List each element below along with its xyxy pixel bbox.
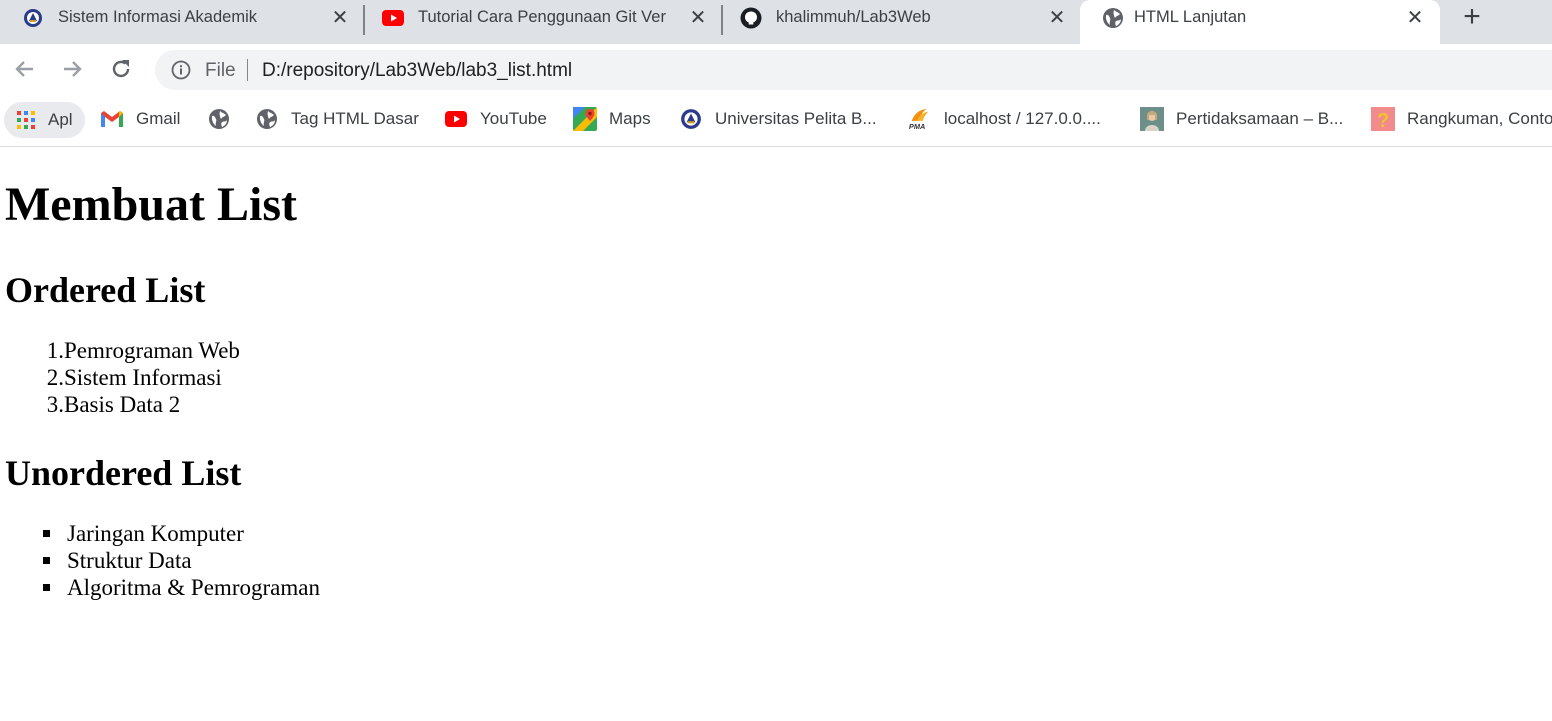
tab-title: HTML Lanjutan [1134, 8, 1247, 26]
tab-sistem-informasi-akademik[interactable]: Sistem Informasi Akademik ✕ [0, 0, 362, 36]
reload-icon [112, 60, 130, 78]
bookmark-maps[interactable]: Maps [573, 107, 651, 131]
gmail-icon [100, 107, 124, 131]
github-icon [740, 7, 762, 29]
scheme-label: File [205, 60, 236, 81]
close-tab-icon[interactable]: ✕ [1403, 6, 1427, 30]
back-button[interactable] [12, 56, 38, 82]
list-item: 3. Basis Data 2 [40, 391, 240, 418]
ordered-list: 1. Pemrograman Web 2. Sistem Informasi 3. B… [40, 337, 240, 418]
info-icon[interactable] [171, 60, 191, 80]
list-item: Algoritma & Pemrograman [40, 574, 320, 601]
bookmark-universitas-pelita[interactable]: Universitas Pelita B... [679, 107, 877, 131]
question-thumbnail-icon: ? [1371, 107, 1395, 131]
list-item-text: Algoritma & Pemrograman [67, 575, 320, 600]
university-seal-icon [22, 7, 44, 29]
globe-icon [207, 107, 231, 131]
close-tab-icon[interactable]: ✕ [686, 6, 710, 30]
bookmark-gmail[interactable]: Gmail [100, 107, 180, 131]
list-item-text: Sistem Informasi [64, 365, 222, 390]
close-tab-icon[interactable]: ✕ [1045, 6, 1069, 30]
list-item-text: Basis Data 2 [64, 392, 181, 417]
maps-icon [573, 107, 597, 131]
tab-title: Sistem Informasi Akademik [58, 8, 257, 26]
list-marker: 3. [46, 392, 64, 417]
list-item-text: Pemrograman Web [64, 338, 240, 363]
bookmark-label: Universitas Pelita B... [715, 109, 877, 128]
bookmark-tag-html-dasar[interactable]: Tag HTML Dasar [255, 107, 419, 131]
tab-strip: Sistem Informasi Akademik ✕ Tutorial Car… [0, 0, 1552, 44]
thumbnail-icon [1140, 107, 1164, 131]
page-title: Membuat List [5, 178, 297, 231]
bookmark-rangkuman[interactable]: ? Rangkuman, Contoh [1371, 107, 1552, 131]
close-tab-icon[interactable]: ✕ [328, 6, 352, 30]
apps-grid-icon [14, 108, 38, 132]
list-item-text: Struktur Data [67, 548, 192, 573]
list-item-text: Jaringan Komputer [67, 521, 244, 546]
forward-button[interactable] [59, 56, 85, 82]
bookmark-label: Gmail [136, 109, 181, 128]
tab-tutorial-git[interactable]: Tutorial Cara Penggunaan Git Ver ✕ [360, 0, 720, 36]
globe-icon [1102, 7, 1124, 29]
tab-title: khalimmuh/Lab3Web [776, 8, 931, 26]
bookmark-label: Tag HTML Dasar [291, 109, 419, 128]
address-divider [247, 59, 248, 81]
browser-toolbar: File D:/repository/Lab3Web/lab3_list.htm… [0, 44, 1552, 96]
forward-arrow-icon [64, 61, 82, 77]
address-bar[interactable]: File D:/repository/Lab3Web/lab3_list.htm… [155, 50, 1552, 90]
bookmark-globe[interactable] [207, 107, 243, 131]
list-marker: 1. [46, 338, 64, 363]
phpmyadmin-icon: PMA [908, 107, 932, 131]
globe-icon [255, 107, 279, 131]
bullet-square [43, 584, 50, 591]
bookmark-label: Rangkuman, Contoh [1407, 109, 1552, 128]
list-item: 2. Sistem Informasi [40, 364, 240, 391]
bullet-square [43, 530, 50, 537]
svg-text:?: ? [1377, 110, 1389, 131]
unordered-list: Jaringan Komputer Struktur Data Algoritm… [40, 520, 320, 601]
bookmark-pertidaksamaan[interactable]: Pertidaksamaan – B... [1140, 107, 1343, 131]
tab-github-lab3web[interactable]: khalimmuh/Lab3Web ✕ [718, 0, 1080, 36]
url-text[interactable]: D:/repository/Lab3Web/lab3_list.html [262, 60, 572, 82]
bookmark-label: Maps [609, 109, 651, 128]
bookmark-localhost[interactable]: PMA localhost / 127.0.0.... [908, 107, 1101, 131]
youtube-icon [382, 7, 404, 29]
list-marker: 2. [46, 365, 64, 390]
list-item: 1. Pemrograman Web [40, 337, 240, 364]
ordered-list-heading: Ordered List [5, 270, 206, 310]
tab-html-lanjutan[interactable]: HTML Lanjutan ✕ [1080, 0, 1440, 44]
university-seal-icon [679, 107, 703, 131]
reload-button[interactable] [108, 56, 134, 82]
back-arrow-icon [15, 61, 33, 77]
page-content: Membuat List Ordered List 1. Pemrograman … [0, 147, 1552, 721]
svg-text:PMA: PMA [909, 122, 925, 131]
bookmark-label: Pertidaksamaan – B... [1176, 109, 1344, 128]
bookmark-label: localhost / 127.0.0.... [944, 109, 1101, 128]
bookmark-apps[interactable]: Apl [4, 102, 85, 138]
new-tab-button[interactable]: + [1458, 2, 1486, 32]
bullet-square [43, 557, 50, 564]
bookmarks-bar: Apl Gmail Tag HTML Dasar YouTube Maps Un… [0, 96, 1552, 147]
bookmark-label: YouTube [480, 109, 547, 128]
list-item: Jaringan Komputer [40, 520, 320, 547]
list-item: Struktur Data [40, 547, 320, 574]
bookmark-youtube[interactable]: YouTube [444, 107, 547, 131]
tab-title: Tutorial Cara Penggunaan Git Ver [418, 8, 666, 26]
unordered-list-heading: Unordered List [5, 453, 242, 493]
bookmark-label: Apl [48, 110, 73, 129]
youtube-icon [444, 107, 468, 131]
